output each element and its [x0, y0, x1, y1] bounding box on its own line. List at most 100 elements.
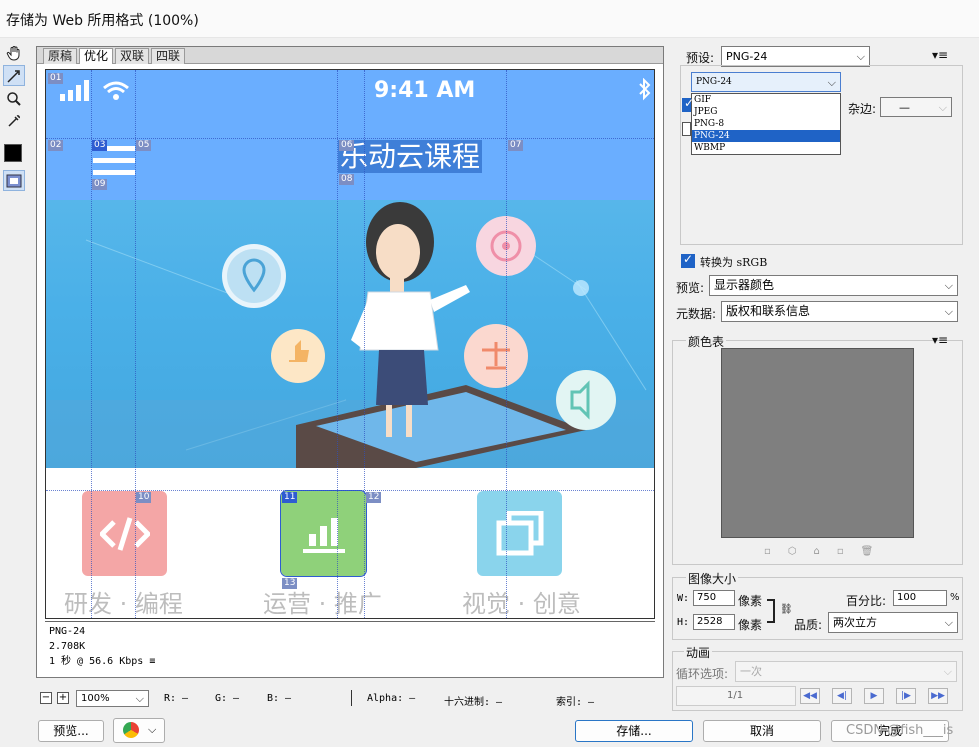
format-value: PNG-24: [696, 77, 732, 87]
matte-label: 杂边:: [848, 102, 877, 116]
slice-select-tool-icon[interactable]: [3, 65, 25, 86]
format-select[interactable]: PNG-24 ⌵: [691, 72, 841, 92]
quality-select[interactable]: 两次立方 ⌵: [828, 612, 958, 633]
prev-frame-icon[interactable]: ◀|: [832, 688, 852, 704]
hex-readout: 十六进制: —: [444, 697, 503, 708]
tab-original[interactable]: 原稿: [43, 48, 78, 64]
width-unit: 像素: [738, 594, 763, 608]
cancel-button[interactable]: 取消: [703, 720, 821, 742]
status-divider: [351, 690, 352, 706]
category-label-visual: 视觉 · 创意: [462, 590, 581, 618]
bar-chart-icon: [302, 517, 345, 553]
category-card-visual[interactable]: [477, 491, 562, 576]
browser-icon: [123, 722, 139, 738]
signal-icon: [60, 80, 89, 101]
optimized-image-preview[interactable]: 9:41 AM 乐动云课程 研发 · 编程 运营 · 推广 视觉 · 创意 01…: [45, 69, 655, 619]
preset-select[interactable]: PNG-24 ⌵: [721, 46, 870, 67]
category-card-ops[interactable]: [280, 490, 367, 577]
preset-value: PNG-24: [726, 50, 768, 63]
format-option-png24[interactable]: PNG-24: [692, 130, 840, 142]
constrain-bracket: [767, 599, 775, 623]
matte-select[interactable]: — ⌵: [880, 97, 952, 117]
preset-menu-icon[interactable]: ▾≡: [932, 48, 948, 62]
red-readout: R: —: [164, 693, 189, 704]
next-frame-icon[interactable]: |▶: [896, 688, 916, 704]
preview-label: 预览:: [676, 281, 705, 295]
slice-tag[interactable]: 12: [366, 492, 382, 503]
slice-tag[interactable]: 07: [508, 140, 524, 151]
slice-tag[interactable]: 02: [48, 140, 64, 151]
slice-guide: [364, 70, 365, 618]
category-card-dev[interactable]: [82, 491, 167, 576]
height-label: H:: [677, 617, 690, 628]
format-option-gif[interactable]: GIF: [692, 94, 840, 106]
height-input[interactable]: 2528: [693, 614, 735, 630]
preview-select[interactable]: 显示器颜色 ⌵: [709, 275, 958, 296]
convert-srgb-label: 转换为 sRGB: [700, 256, 768, 269]
optimization-info: PNG-24 2.708K 1 秒 @ 56.6 Kbps ≡: [45, 621, 655, 673]
metadata-select[interactable]: 版权和联系信息 ⌵: [721, 301, 958, 322]
chevron-down-icon: ⌵: [135, 692, 144, 705]
tab-4-up[interactable]: 四联: [151, 48, 186, 64]
slice-guide: [46, 138, 654, 139]
percent-input[interactable]: 100: [893, 590, 947, 606]
eyedropper-tool-icon[interactable]: [3, 110, 25, 131]
width-label: W:: [677, 593, 690, 604]
format-option-wbmp[interactable]: WBMP: [692, 142, 840, 154]
chain-link-icon[interactable]: ⛓: [780, 604, 793, 615]
slice-tag[interactable]: 08: [339, 174, 355, 185]
slice-tag[interactable]: 11: [282, 492, 298, 503]
eyedropper-color-swatch[interactable]: [4, 144, 22, 162]
window-title: 存储为 Web 所用格式 (100%): [6, 13, 199, 29]
slice-tag[interactable]: 05: [136, 140, 152, 151]
browser-preview-button[interactable]: ⌵: [113, 718, 165, 743]
color-table-menu-icon[interactable]: ▾≡: [932, 333, 948, 347]
tab-2-up[interactable]: 双联: [115, 48, 150, 64]
zoom-in-icon[interactable]: +: [57, 692, 69, 704]
status-time: 9:41 AM: [374, 78, 476, 103]
slice-guide: [46, 490, 654, 491]
save-button[interactable]: 存储...: [575, 720, 693, 742]
bluetooth-icon: [639, 78, 651, 101]
last-frame-icon[interactable]: ▶▶: [928, 688, 948, 704]
slice-guide: [337, 70, 338, 618]
format-option-jpeg[interactable]: JPEG: [692, 106, 840, 118]
width-input[interactable]: 750: [693, 590, 735, 606]
format-dropdown-list: GIF JPEG PNG-8 PNG-24 WBMP: [691, 93, 841, 155]
first-frame-icon[interactable]: ◀◀: [800, 688, 820, 704]
frame-counter: 1/1: [727, 690, 744, 701]
slice-tag[interactable]: 09: [92, 179, 108, 190]
loop-select[interactable]: 一次 ⌵: [735, 661, 957, 682]
play-icon[interactable]: ▶: [864, 688, 884, 704]
transparency-checkbox[interactable]: [682, 96, 694, 112]
window-titlebar: 存储为 Web 所用格式 (100%): [0, 0, 979, 38]
zoom-out-icon[interactable]: −: [40, 692, 52, 704]
image-size-label: 图像大小: [686, 570, 739, 587]
slice-guide: [506, 70, 507, 618]
info-menu-icon[interactable]: ≡: [149, 656, 155, 667]
view-tabs: 原稿 优化 双联 四联: [37, 47, 663, 64]
slice-tag[interactable]: 01: [48, 73, 64, 84]
interlaced-checkbox[interactable]: [682, 122, 691, 136]
hand-tool-icon[interactable]: [3, 42, 25, 63]
color-table-tools[interactable]: ▫⬡⌂▫🗑: [764, 546, 914, 558]
slice-tag[interactable]: 06: [339, 140, 355, 151]
convert-srgb-checkbox[interactable]: [681, 252, 695, 268]
slice-tag[interactable]: 03: [92, 140, 108, 151]
format-option-png8[interactable]: PNG-8: [692, 118, 840, 130]
loop-label: 循环选项:: [676, 667, 729, 681]
course-title: 乐动云课程: [338, 140, 483, 173]
toggle-slices-icon[interactable]: [3, 170, 25, 191]
color-table-swatches[interactable]: [721, 348, 914, 538]
slice-tag[interactable]: 13: [282, 578, 298, 589]
chevron-down-icon: ⌵: [856, 50, 865, 63]
chevron-down-icon: ⌵: [827, 76, 836, 89]
preview-button[interactable]: 预览...: [38, 720, 104, 742]
height-unit: 像素: [738, 618, 763, 632]
category-label-dev: 研发 · 编程: [64, 590, 183, 618]
tab-optimized[interactable]: 优化: [79, 48, 114, 64]
slice-tag[interactable]: 10: [136, 492, 152, 503]
zoom-select[interactable]: 100% ⌵: [76, 690, 149, 707]
preset-label: 预设:: [686, 51, 715, 65]
zoom-tool-icon[interactable]: [3, 88, 25, 109]
